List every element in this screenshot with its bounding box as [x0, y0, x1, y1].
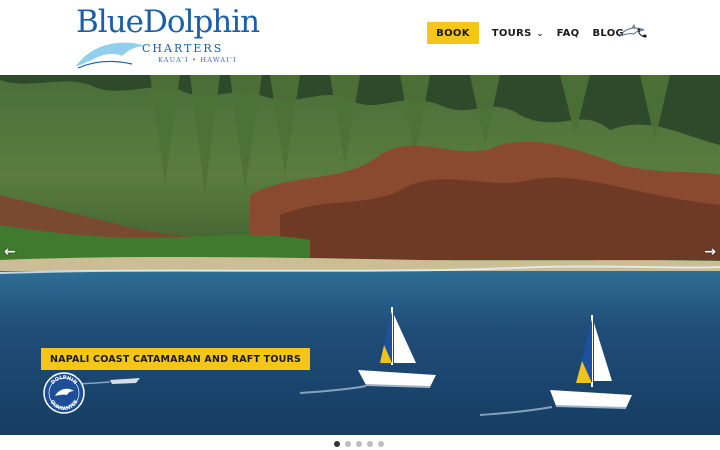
- slider-prev-arrow[interactable]: ←: [4, 244, 16, 260]
- slider-dot-1[interactable]: [334, 441, 340, 447]
- brand-location: KAUA'I • HAWAI'I: [158, 56, 237, 64]
- slider-pagination: [334, 441, 389, 447]
- book-button[interactable]: BOOK: [427, 22, 479, 44]
- dolphin-guarantee-badge: DOLPHIN GUARANTEE: [43, 372, 85, 414]
- slider-dot-4[interactable]: [367, 441, 373, 447]
- brand-logo[interactable]: BlueDolphin CHARTERS KAUA'I • HAWAI'I: [74, 4, 260, 72]
- hero-slider: ← → NAPALI COAST CATAMARAN AND RAFT TOUR…: [0, 75, 720, 435]
- nav-item-tours[interactable]: TOURS ⌄: [492, 28, 544, 39]
- hero-image: [0, 75, 720, 435]
- main-nav: BOOK TOURS ⌄ FAQ BLOG: [427, 22, 648, 44]
- dolphin-icon[interactable]: [619, 24, 645, 40]
- nav-tours-label: TOURS: [491, 27, 532, 39]
- slider-next-arrow[interactable]: →: [704, 244, 716, 260]
- nav-item-faq[interactable]: FAQ: [557, 28, 580, 39]
- brand-name: BlueDolphin: [76, 4, 260, 40]
- chevron-down-icon: ⌄: [536, 28, 544, 38]
- slider-dot-3[interactable]: [356, 441, 362, 447]
- slider-dot-2[interactable]: [345, 441, 351, 447]
- slider-dot-5[interactable]: [378, 441, 384, 447]
- brand-subtitle: CHARTERS: [142, 42, 224, 55]
- site-header: BlueDolphin CHARTERS KAUA'I • HAWAI'I BO…: [0, 0, 720, 75]
- hero-caption: NAPALI COAST CATAMARAN AND RAFT TOURS: [41, 348, 311, 370]
